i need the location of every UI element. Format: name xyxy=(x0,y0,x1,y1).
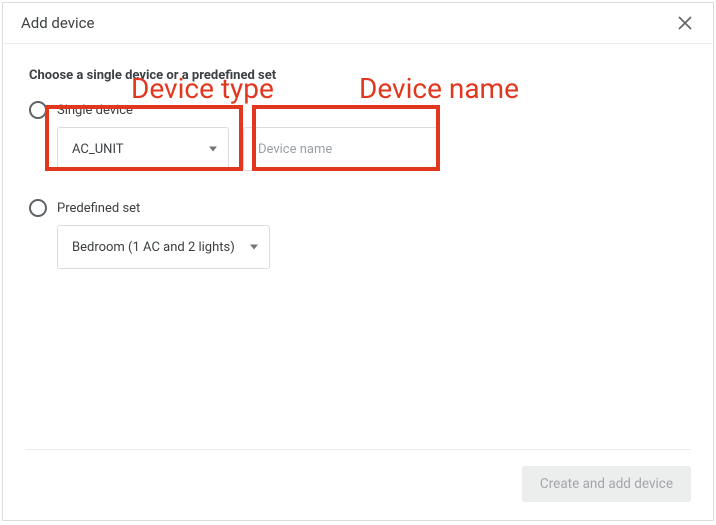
predefined-set-value: Bedroom (1 AC and 2 lights) xyxy=(72,240,235,255)
close-icon xyxy=(678,16,692,30)
create-and-add-device-button[interactable]: Create and add device xyxy=(522,466,691,502)
dialog-title: Add device xyxy=(21,14,94,32)
device-type-value: AC_UNIT xyxy=(72,142,124,157)
predefined-set-label: Predefined set xyxy=(57,201,140,216)
predefined-set-select[interactable]: Bedroom (1 AC and 2 lights) xyxy=(57,225,270,269)
single-device-label: Single device xyxy=(57,103,133,118)
choose-subtitle: Choose a single device or a predefined s… xyxy=(29,68,687,83)
predefined-set-select-wrap: Bedroom (1 AC and 2 lights) xyxy=(57,225,270,269)
device-type-select[interactable]: AC_UNIT xyxy=(57,127,229,171)
close-button[interactable] xyxy=(675,13,695,33)
single-device-radio[interactable] xyxy=(29,101,47,119)
dialog-header: Add device xyxy=(3,3,713,44)
device-type-select-wrap: AC_UNIT xyxy=(57,127,229,171)
dialog-body: Choose a single device or a predefined s… xyxy=(3,44,713,449)
predefined-set-radio[interactable] xyxy=(29,199,47,217)
single-device-option: Single device xyxy=(29,101,687,119)
predefined-set-controls: Bedroom (1 AC and 2 lights) xyxy=(57,225,687,269)
add-device-dialog: Add device Choose a single device or a p… xyxy=(2,2,714,521)
caret-down-icon xyxy=(209,147,217,152)
dialog-footer: Create and add device xyxy=(25,449,691,520)
predefined-set-option: Predefined set xyxy=(29,199,687,217)
caret-down-icon xyxy=(250,245,258,250)
single-device-controls: AC_UNIT xyxy=(57,127,687,171)
device-name-input[interactable] xyxy=(243,127,439,171)
